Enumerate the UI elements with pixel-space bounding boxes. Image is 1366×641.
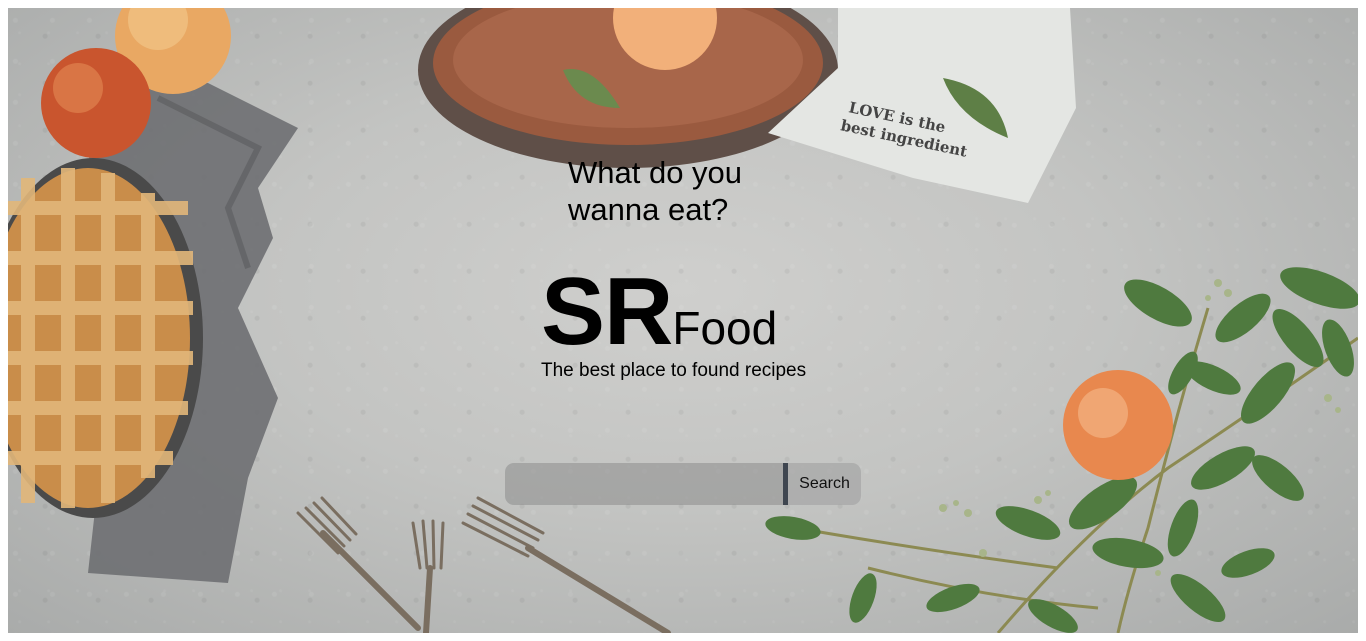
logo-primary: SR	[541, 258, 673, 365]
site-logo: SRFood	[541, 262, 777, 362]
tagline: The best place to found recipes	[541, 360, 807, 381]
forks	[296, 496, 671, 633]
logo-secondary: Food	[672, 302, 778, 354]
hero-background: LOVE is the best ingredient What do you …	[8, 8, 1358, 633]
search-input[interactable]	[505, 463, 783, 505]
leaf-cluster	[765, 267, 1358, 633]
search-button[interactable]: Search	[788, 463, 861, 505]
page-heading: What do you wanna eat?	[568, 155, 743, 227]
search-form: Search	[505, 463, 861, 505]
